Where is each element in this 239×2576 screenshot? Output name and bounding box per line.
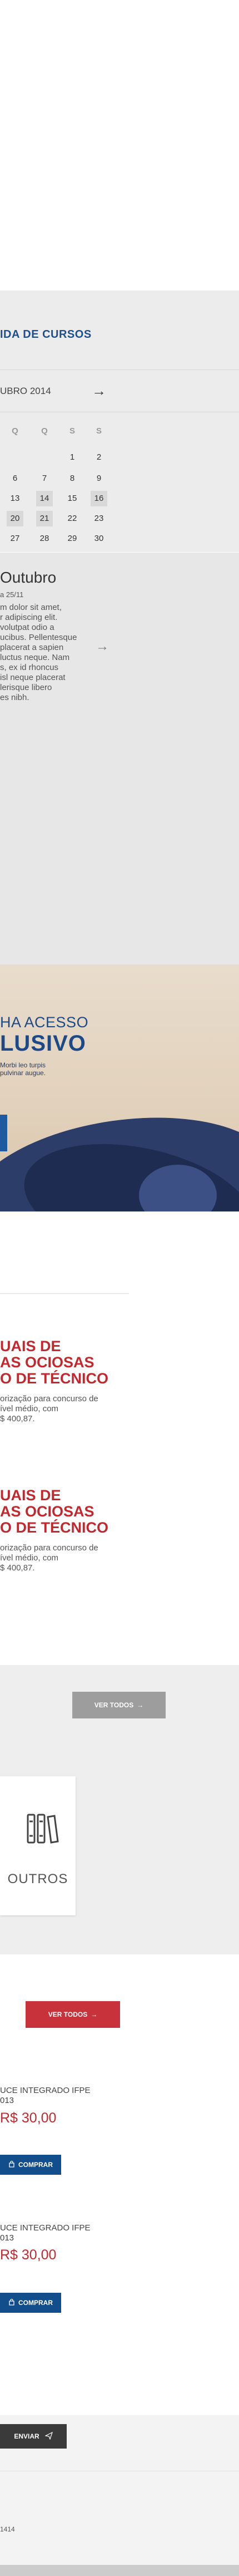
banner-heading-strong: LUSIVO [0,1031,86,1056]
calendar-day[interactable]: 30 [91,531,107,546]
banner-subtext-line: Morbi leo turpis [0,1061,46,1069]
calendar-day[interactable]: 23 [91,511,107,526]
see-all-label: VER TODOS [48,2011,88,2018]
event-description-line: ucibus. Pellentesque [0,633,77,642]
see-all-label: VER TODOS [94,1701,134,1709]
calendar-day[interactable]: 22 [64,511,81,526]
event-description: m dolor sit amet, r adipiscing elit. volut… [0,603,81,703]
divider [0,1293,129,1294]
event-description-line: lerisque libero [0,683,52,692]
arrow-right-icon: → [91,2011,98,2018]
books-icon [26,1811,60,1849]
event-description-line: luctus neque. Nam [0,653,70,662]
calendar-day[interactable]: 7 [36,471,53,486]
calendar-day[interactable]: 8 [64,471,81,486]
event-description-line: placerat a sapien [0,643,64,652]
calendar-day[interactable]: 6 [7,471,23,486]
buy-button[interactable]: COMPRAR [0,2155,61,2175]
calendar-day[interactable]: 27 [7,531,23,546]
news-summary: orização para concurso de ível médio, co… [0,1543,98,1573]
event-title: Outubro [0,569,57,586]
news-title-line: O DE TÉCNICO [0,1370,109,1387]
weekday-label: Q [12,426,18,436]
news-title-line: AS OCIOSAS [0,1354,94,1371]
event-description-line: r adipiscing elit. [0,613,58,622]
weekday-label: S [96,426,102,436]
banner-cta-button[interactable] [0,1115,7,1151]
footer-text: 1414 [0,2525,15,2533]
product-title-line: UCE INTEGRADO IFPE [0,2086,91,2095]
paper-plane-icon [44,2431,53,2441]
banner-subtext-line: pulvinar augue. [0,1069,46,1077]
calendar-day[interactable]: 14 [36,491,53,506]
event-date: a 25/11 [0,590,24,599]
calendar-day[interactable]: 29 [64,531,81,546]
product-title-line: UCE INTEGRADO IFPE [0,2223,91,2233]
buy-label: COMPRAR [18,2161,53,2169]
news-title[interactable]: UAIS DE AS OCIOSAS O DE TÉCNICO [0,1488,108,1536]
calendar-day[interactable]: 16 [91,491,107,506]
category-label: OUTROS [7,1871,68,1887]
product-title[interactable]: UCE INTEGRADO IFPE 013 [0,2086,91,2106]
product-title[interactable]: UCE INTEGRADO IFPE 013 [0,2223,91,2243]
news-summary-line: orização para concurso de [0,1394,98,1403]
weekday-label: S [69,426,75,436]
event-description-line: volutpat odio a [0,623,54,632]
calendar-day[interactable]: 9 [91,471,107,486]
arrow-right-icon: → [92,382,106,399]
calendar-day[interactable]: 15 [64,491,81,506]
product-price: R$ 30,00 [0,2247,57,2263]
event-description-line: s, ex id rhoncus [0,663,59,672]
product-title-line: 013 [0,2233,14,2243]
send-label: ENVIAR [14,2432,39,2440]
news-title[interactable]: UAIS DE AS OCIOSAS O DE TÉCNICO [0,1338,108,1387]
calendar-month: UBRO 2014 [0,386,51,396]
agenda-title: IDA DE CURSOS [0,328,92,341]
product-price: R$ 30,00 [0,2110,57,2126]
see-all-button[interactable]: VER TODOS → [72,1692,166,1718]
event-link-button[interactable]: → [94,639,110,654]
banner-heading: HA ACESSO [0,1014,89,1031]
product-title-line: 013 [0,2096,14,2105]
news-title-line: UAIS DE [0,1338,61,1355]
news-summary-line: orização para concurso de [0,1543,98,1553]
news-summary-line: $ 400,87. [0,1414,35,1424]
calendar-day[interactable]: 1 [64,450,81,465]
calendar-day[interactable]: 21 [36,511,53,526]
bottom-bar [0,2565,239,2576]
news-title-line: UAIS DE [0,1487,61,1504]
news-title-line: O DE TÉCNICO [0,1519,109,1536]
arrow-right-icon: → [137,1701,144,1709]
news-title-line: AS OCIOSAS [0,1503,94,1520]
news-summary-line: ível médio, com [0,1553,59,1563]
calendar-day[interactable]: 13 [7,491,23,506]
event-description-line: isl neque placerat [0,673,66,682]
shopping-bag-icon [8,2298,15,2307]
news-summary: orização para concurso de ível médio, co… [0,1394,98,1424]
calendar-day[interactable]: 28 [36,531,53,546]
banner-subtext: Morbi leo turpis pulvinar augue. [0,1061,46,1077]
arrow-right-icon: → [96,639,109,654]
see-all-products-button[interactable]: VER TODOS → [26,2001,120,2028]
news-summary-line: ível médio, com [0,1404,59,1413]
calendar-day[interactable]: 20 [7,511,23,526]
buy-label: COMPRAR [18,2299,53,2307]
news-summary-line: $ 400,87. [0,1563,35,1573]
calendar-day[interactable]: 2 [91,450,107,465]
send-button[interactable]: ENVIAR [0,2424,67,2449]
buy-button[interactable]: COMPRAR [0,2293,61,2313]
shopping-bag-icon [8,2160,15,2169]
event-description-line: m dolor sit amet, [0,603,62,612]
weekday-label: Q [41,426,48,436]
event-description-line: es nibh. [0,693,29,702]
exclusive-access-banner [0,964,239,1211]
next-month-button[interactable]: → [91,383,107,398]
